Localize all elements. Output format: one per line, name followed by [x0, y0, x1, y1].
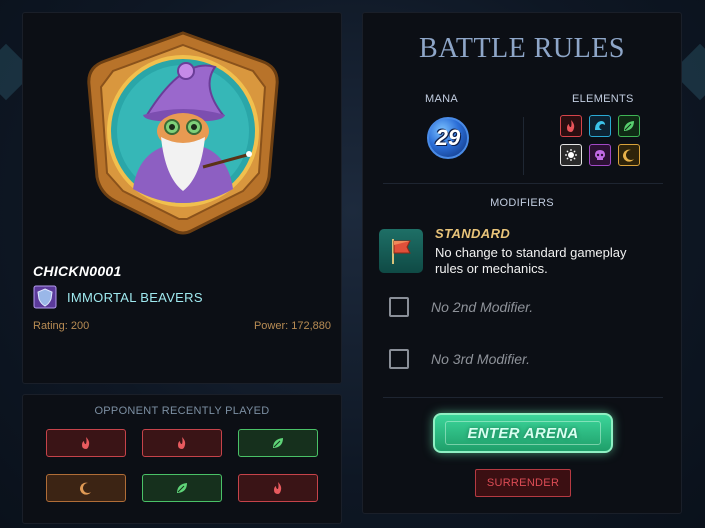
surrender-button[interactable]: SURRENDER [475, 469, 571, 497]
mana-cap-orb: 29 [427, 117, 469, 159]
modifiers-label: MODIFIERS [490, 197, 554, 209]
player-avatar[interactable] [83, 27, 283, 237]
banner-flag-icon [392, 239, 411, 264]
guild-row[interactable]: IMMORTAL BEAVERS [33, 285, 203, 309]
sun-icon [565, 149, 577, 161]
modifier-2-checkbox[interactable] [389, 297, 409, 317]
flame-icon [567, 120, 575, 132]
mana-label: MANA [425, 93, 458, 105]
element-death[interactable] [589, 144, 611, 166]
element-fire[interactable] [560, 115, 582, 137]
flame-icon [82, 437, 90, 449]
opponent-recent-fire [238, 474, 318, 502]
battle-rules-panel: BATTLE RULES MANA 29 ELEMENTS MODIFIERS [362, 12, 682, 514]
guild-name: IMMORTAL BEAVERS [67, 289, 203, 305]
element-earth[interactable] [618, 115, 640, 137]
avatar-frame [87, 31, 279, 235]
player-rating: Rating: 200 [33, 320, 90, 332]
wave-icon [595, 121, 605, 130]
leaf-icon [273, 438, 283, 448]
element-life[interactable] [560, 144, 582, 166]
guild-crest-icon [33, 285, 57, 309]
enter-arena-label: ENTER ARENA [467, 424, 579, 442]
player-name: CHICKN0001 [33, 263, 122, 279]
flame-icon [274, 482, 282, 494]
divider [523, 117, 524, 175]
divider [383, 397, 663, 398]
standard-ruleset-title: STANDARD [435, 226, 511, 241]
opponent-panel: OPPONENT RECENTLY PLAYED [22, 394, 342, 524]
opponent-title: OPPONENT RECENTLY PLAYED [94, 405, 270, 417]
element-dragon[interactable] [618, 144, 640, 166]
opponent-recent-earth [142, 474, 222, 502]
opponent-recent-grid [46, 429, 318, 502]
player-panel: CHICKN0001 IMMORTAL BEAVERS Rating: 200 … [22, 12, 342, 384]
standard-ruleset-description: No change to standard gameplay rules or … [435, 245, 627, 276]
player-power: Power: 172,880 [253, 320, 331, 332]
battle-rules-title: BATTLE RULES [419, 33, 625, 64]
modifier-3-text: No 3rd Modifier. [431, 351, 531, 367]
divider [383, 183, 663, 184]
modifier-3-row[interactable]: No 3rd Modifier. [389, 349, 530, 369]
modifier-2-text: No 2nd Modifier. [431, 299, 534, 315]
leaf-icon [177, 483, 187, 493]
allowed-elements [560, 115, 640, 166]
leaf-icon [624, 121, 634, 131]
opponent-recent-fire [142, 429, 222, 457]
standard-ruleset-icon [379, 229, 423, 273]
modifier-2-row[interactable]: No 2nd Modifier. [389, 297, 533, 317]
opponent-recent-life [46, 474, 126, 502]
elements-label: ELEMENTS [572, 93, 634, 105]
mana-value: 29 [435, 125, 461, 150]
enter-arena-button[interactable]: ENTER ARENA [433, 413, 613, 453]
opponent-recent-fire [46, 429, 126, 457]
skull-icon [595, 150, 605, 160]
flame-icon [178, 437, 186, 449]
modifier-3-checkbox[interactable] [389, 349, 409, 369]
opponent-recent-earth [238, 429, 318, 457]
element-water[interactable] [589, 115, 611, 137]
dragon-claw-icon [623, 149, 634, 162]
crescent-icon [80, 482, 91, 495]
